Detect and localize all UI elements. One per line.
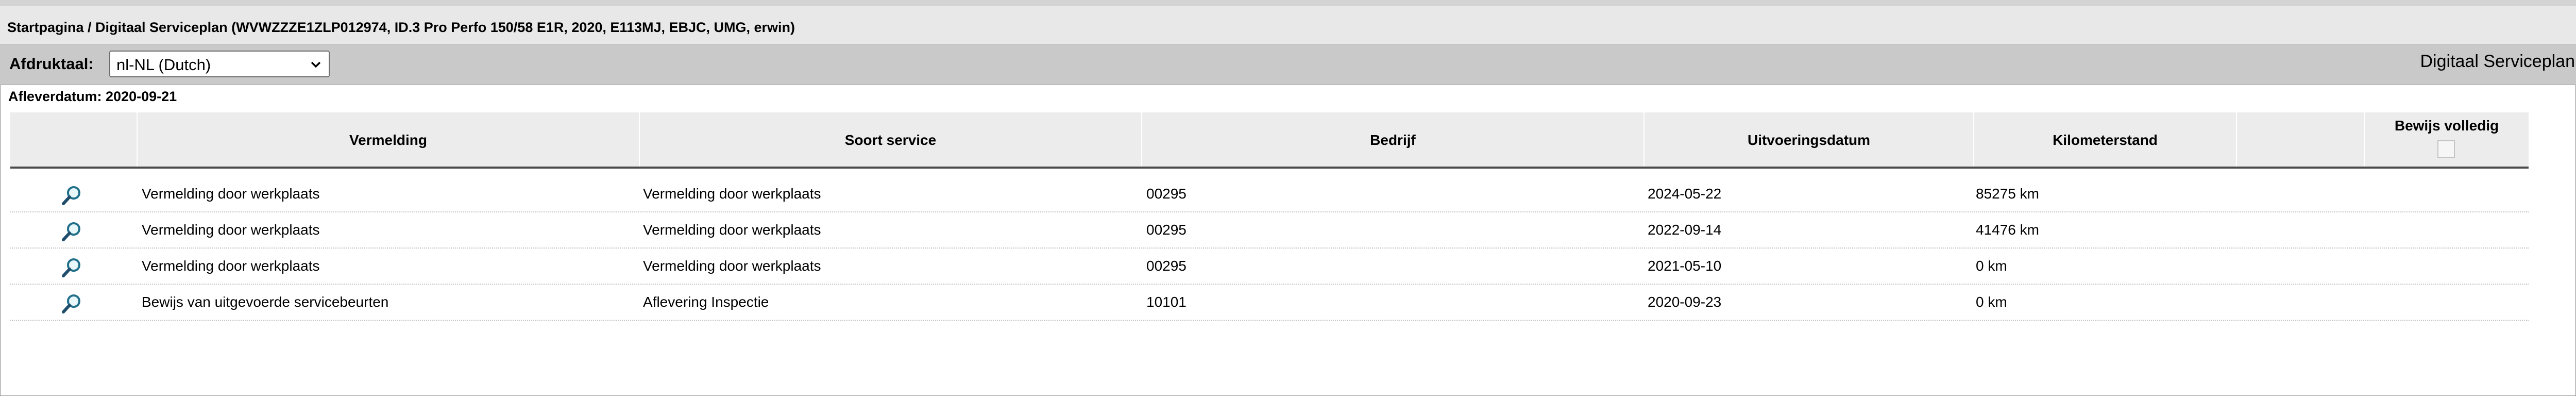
row-entry: Vermelding door werkplaats (142, 258, 320, 274)
table-row[interactable]: Bewijs van uitgevoerde servicebeurten Af… (10, 285, 2529, 321)
header-execution-date[interactable]: Uitvoeringsdatum (1643, 112, 1973, 167)
magnifier-view-icon[interactable] (60, 256, 83, 279)
row-mileage: 85275 km (1976, 186, 2039, 202)
row-company: 00295 (1146, 186, 1187, 202)
proof-complete-checkbox[interactable] (2437, 140, 2455, 158)
header-service-type[interactable]: Soort service (639, 112, 1141, 167)
table-row[interactable]: Vermelding door werkplaats Vermelding do… (10, 249, 2529, 285)
row-mileage: 0 km (1976, 258, 2007, 274)
row-company: 10101 (1146, 294, 1187, 310)
row-company: 00295 (1146, 222, 1187, 238)
print-language-select[interactable]: nl-NL (Dutch) (109, 51, 330, 77)
print-language-label: Afdruktaal: (9, 55, 94, 73)
header-view-column (10, 112, 137, 167)
breadcrumb-bar: Startpagina / Digitaal Serviceplan (WVWZ… (0, 0, 2576, 44)
row-execution-date: 2024-05-22 (1648, 186, 1722, 202)
header-entry[interactable]: Vermelding (137, 112, 639, 167)
toolbar: Afdruktaal: nl-NL (Dutch) Digitaal Servi… (0, 44, 2576, 85)
row-execution-date: 2020-09-23 (1648, 294, 1722, 310)
row-service-type: Vermelding door werkplaats (643, 222, 821, 238)
row-entry: Bewijs van uitgevoerde servicebeurten (142, 294, 389, 310)
delivery-date: Afleverdatum: 2020-09-21 (8, 89, 177, 104)
row-mileage: 0 km (1976, 294, 2007, 310)
table-row[interactable]: Vermelding door werkplaats Vermelding do… (10, 212, 2529, 249)
header-blank (2236, 112, 2364, 167)
table-row[interactable]: Vermelding door werkplaats Vermelding do… (10, 176, 2529, 212)
header-proof-complete: Bewijs volledig (2364, 112, 2529, 167)
row-company: 00295 (1146, 258, 1187, 274)
row-service-type: Aflevering Inspectie (643, 294, 769, 310)
row-entry: Vermelding door werkplaats (142, 186, 320, 202)
chevron-down-icon (311, 61, 321, 68)
header-company[interactable]: Bedrijf (1141, 112, 1643, 167)
row-service-type: Vermelding door werkplaats (643, 258, 821, 274)
row-service-type: Vermelding door werkplaats (643, 186, 821, 202)
breadcrumb[interactable]: Startpagina / Digitaal Serviceplan (WVWZ… (7, 20, 795, 36)
row-mileage: 41476 km (1976, 222, 2039, 238)
magnifier-view-icon[interactable] (60, 184, 83, 207)
page-heading: Digitaal Serviceplan (2420, 52, 2575, 71)
header-mileage[interactable]: Kilometerstand (1973, 112, 2236, 167)
table-header: Vermelding Soort service Bedrijf Uitvoer… (10, 112, 2529, 169)
row-entry: Vermelding door werkplaats (142, 222, 320, 238)
print-language-value: nl-NL (Dutch) (116, 56, 211, 74)
magnifier-view-icon[interactable] (60, 220, 83, 243)
row-execution-date: 2021-05-10 (1648, 258, 1722, 274)
magnifier-view-icon[interactable] (60, 292, 83, 315)
row-execution-date: 2022-09-14 (1648, 222, 1722, 238)
